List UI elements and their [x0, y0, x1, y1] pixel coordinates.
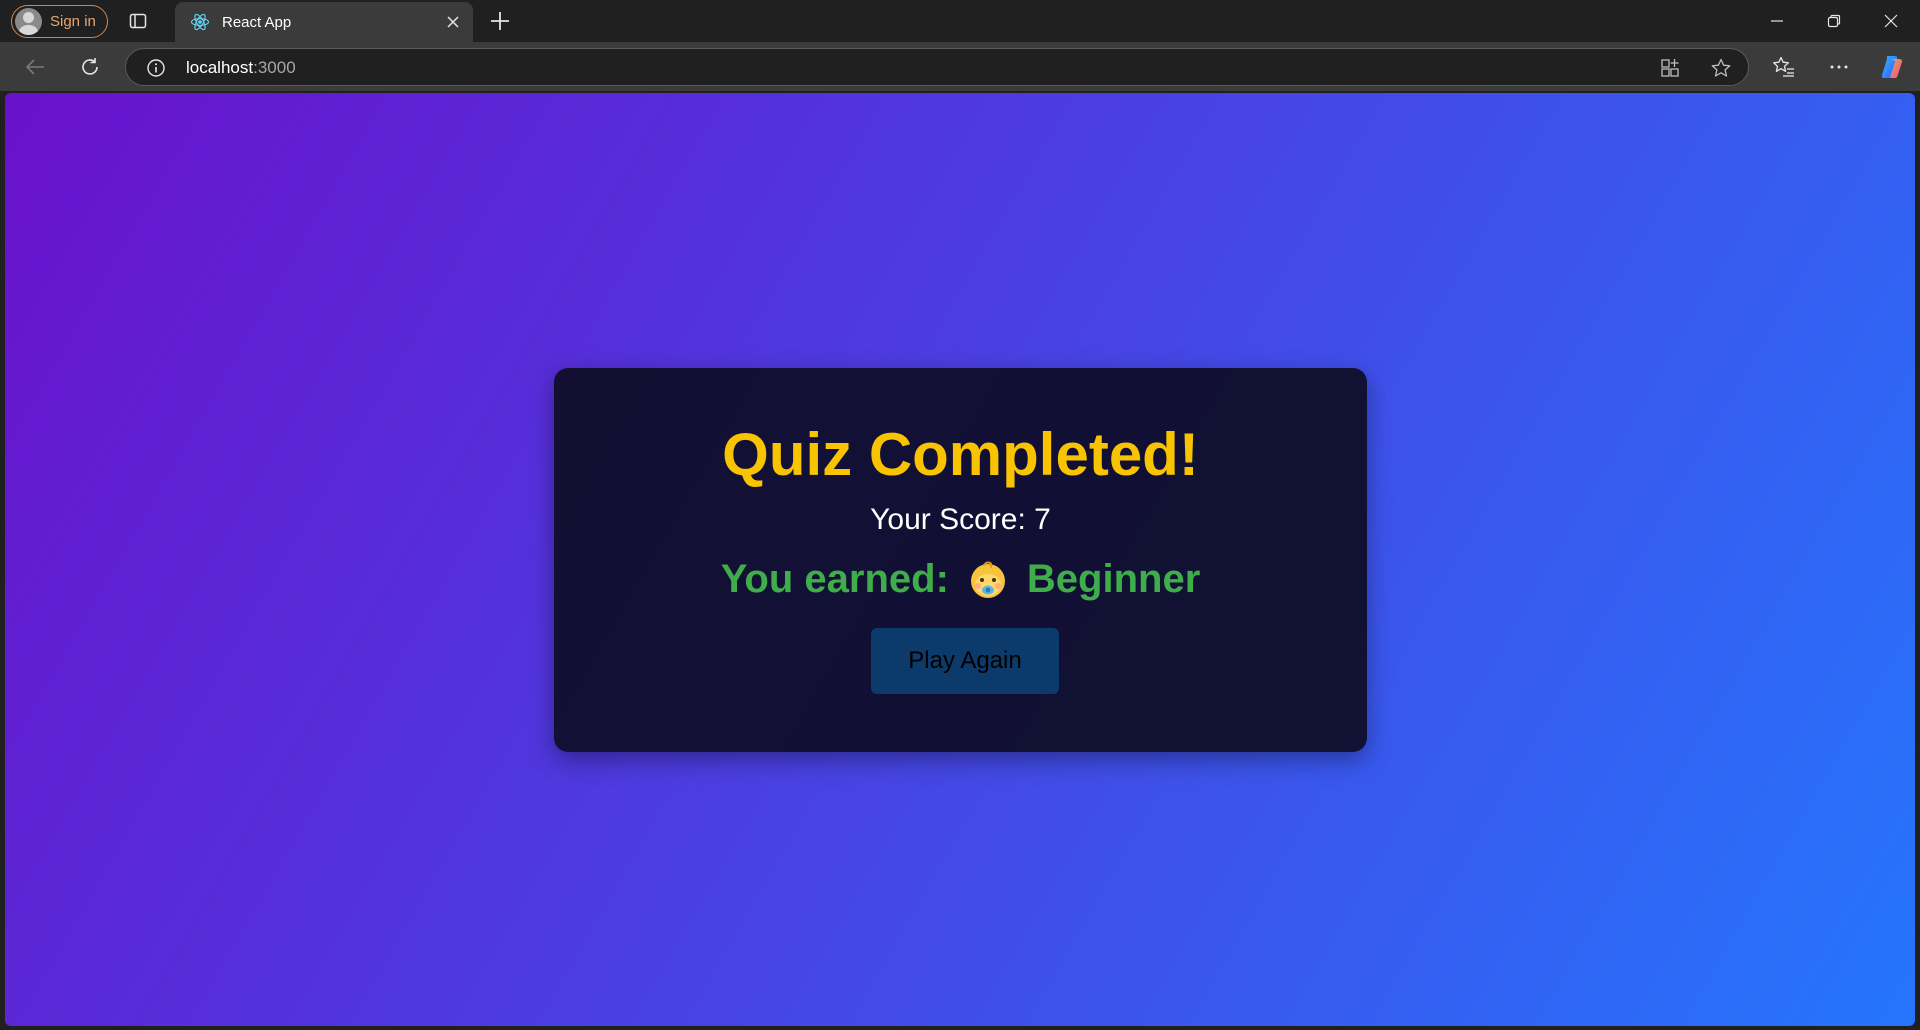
earned-badge: You earned: Beginner: [554, 557, 1367, 602]
more-options-icon[interactable]: [1825, 53, 1853, 81]
url-port: :3000: [253, 58, 296, 77]
back-arrow-icon[interactable]: [19, 51, 51, 83]
minimize-icon[interactable]: [1748, 0, 1805, 42]
tab-actions-icon[interactable]: [128, 11, 148, 31]
refresh-icon[interactable]: [74, 51, 106, 83]
url-text: localhost:3000: [186, 58, 296, 78]
address-bar[interactable]: localhost:3000: [125, 48, 1749, 86]
new-tab-icon[interactable]: [488, 9, 512, 33]
favorites-icon[interactable]: [1770, 53, 1798, 81]
avatar-icon: [15, 8, 42, 35]
quiz-result-card: Quiz Completed! Your Score: 7 You earned…: [554, 368, 1367, 752]
url-host: localhost: [186, 58, 254, 77]
tab-title: React App: [222, 13, 292, 31]
badge-label: Beginner: [1026, 557, 1201, 601]
favorite-star-icon[interactable]: [1710, 57, 1732, 79]
restore-icon[interactable]: [1805, 0, 1862, 42]
quiz-completed-title: Quiz Completed!: [722, 421, 1199, 488]
react-logo-icon: [190, 13, 210, 31]
play-again-button[interactable]: Play Again: [871, 628, 1059, 694]
browser-toolbar: localhost:3000: [0, 42, 1920, 91]
earned-prefix: You earned:: [720, 557, 949, 601]
tab-strip: Sign in React App: [0, 0, 1920, 42]
profile-label: Sign in: [50, 13, 96, 30]
site-info-icon[interactable]: [146, 58, 166, 78]
close-window-icon[interactable]: [1862, 0, 1919, 42]
tab-react-app[interactable]: React App: [175, 2, 473, 42]
page-viewport: Quiz Completed! Your Score: 7 You earned…: [5, 93, 1915, 1026]
score-text: Your Score: 7: [870, 503, 1051, 536]
tab-close-icon[interactable]: [437, 6, 469, 38]
app-available-icon[interactable]: [1659, 57, 1681, 79]
baby-emoji-icon: [970, 561, 1005, 598]
copilot-icon[interactable]: [1878, 53, 1906, 81]
profile-sign-in-button[interactable]: Sign in: [11, 5, 108, 38]
